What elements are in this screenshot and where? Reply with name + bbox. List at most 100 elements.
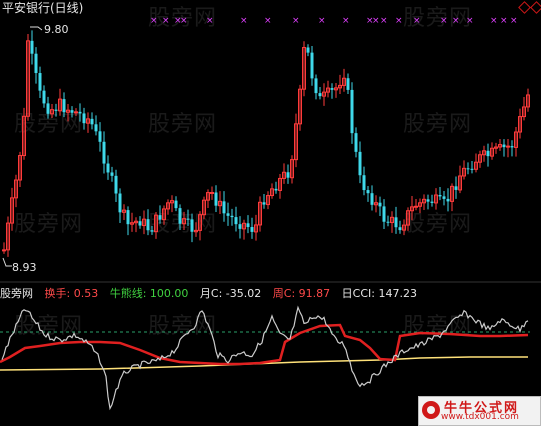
month-c-label: 月C bbox=[199, 287, 219, 300]
candle-body bbox=[346, 78, 350, 90]
signal-marker: × bbox=[452, 16, 460, 26]
signal-marker: × bbox=[342, 16, 350, 26]
candle-body bbox=[382, 206, 386, 222]
signal-marker: × bbox=[395, 16, 403, 26]
price-high-label: 9.80 bbox=[44, 23, 69, 36]
candle-body bbox=[398, 227, 402, 231]
candle-body bbox=[150, 230, 154, 232]
indicator-header: 股旁网 换手: 0.53 牛熊线: 100.00 月C: -35.02 周C: … bbox=[0, 287, 417, 300]
candle-body bbox=[62, 99, 66, 113]
day-cci-label: 日CCI bbox=[341, 287, 372, 300]
bullbear-label: 牛熊线 bbox=[109, 287, 143, 300]
chart-title: 平安银行(日线) bbox=[2, 1, 84, 15]
candle-body bbox=[214, 192, 218, 206]
candle-body bbox=[30, 40, 34, 54]
candle-body bbox=[38, 73, 42, 91]
candle-body bbox=[438, 195, 442, 197]
candle-body bbox=[46, 103, 50, 114]
low-pointer bbox=[2, 257, 12, 267]
signal-marker: × bbox=[206, 16, 214, 26]
candle-body bbox=[74, 111, 78, 114]
candle-body bbox=[178, 208, 182, 224]
candle-body bbox=[238, 224, 242, 229]
signal-marker: × bbox=[318, 16, 326, 26]
candle-body bbox=[90, 118, 94, 125]
candle-body bbox=[138, 221, 142, 226]
signal-marker: × bbox=[292, 16, 300, 26]
week-c-value: 91.87 bbox=[298, 287, 331, 300]
site-logo[interactable]: 牛牛公式网 www.tdx001.com bbox=[418, 396, 541, 426]
signal-marker: × bbox=[372, 16, 380, 26]
candle-body bbox=[486, 150, 490, 157]
candle-body bbox=[2, 249, 6, 252]
signal-marker: × bbox=[180, 16, 188, 26]
candle-body bbox=[158, 215, 162, 220]
candle-body bbox=[190, 219, 194, 232]
turnover-value: 0.53 bbox=[73, 287, 99, 300]
candle-body bbox=[350, 89, 354, 134]
candle-body bbox=[510, 146, 514, 148]
candle-body bbox=[314, 78, 318, 94]
candle-body bbox=[82, 113, 86, 124]
candle-body bbox=[102, 141, 106, 164]
candle-body bbox=[414, 205, 418, 208]
candle-body bbox=[430, 201, 434, 203]
candle-body bbox=[358, 151, 362, 176]
candle-body bbox=[362, 175, 366, 191]
candle-body bbox=[286, 172, 290, 178]
signal-marker: × bbox=[240, 16, 248, 26]
week-c-label: 周C bbox=[272, 287, 292, 300]
signal-marker: × bbox=[380, 16, 388, 26]
candle-body bbox=[354, 133, 358, 152]
candle-body bbox=[442, 196, 446, 199]
candle-body bbox=[446, 198, 450, 202]
candle-body bbox=[318, 93, 322, 97]
day-cci-value: 147.23 bbox=[378, 287, 417, 300]
candle-body bbox=[274, 188, 278, 191]
candle-body bbox=[394, 217, 398, 228]
kline-chart[interactable]: × × ×× × × × × × × ×× × × × × × × × × × bbox=[0, 0, 541, 426]
signal-marker: × bbox=[413, 16, 421, 26]
candle-body bbox=[250, 227, 254, 232]
signal-marker: × bbox=[150, 16, 158, 26]
signal-marker: × bbox=[440, 16, 448, 26]
candle-body bbox=[330, 88, 334, 90]
candle-body bbox=[110, 172, 114, 176]
candle-body bbox=[186, 218, 190, 220]
candle-body bbox=[34, 53, 38, 74]
candle-body bbox=[310, 52, 314, 79]
candle-body bbox=[42, 90, 46, 104]
candle-body bbox=[370, 193, 374, 205]
logo-icon bbox=[422, 401, 440, 419]
candle-body bbox=[78, 111, 82, 114]
high-pointer bbox=[30, 26, 43, 31]
candle-body bbox=[386, 221, 390, 223]
candle-body bbox=[426, 199, 430, 202]
candle-body bbox=[174, 200, 178, 209]
signal-marker: × bbox=[264, 16, 272, 26]
candle-body bbox=[470, 168, 474, 170]
candle-body bbox=[262, 202, 266, 205]
candle-body bbox=[54, 109, 58, 111]
candle-body bbox=[366, 190, 370, 194]
signal-marker: × bbox=[162, 16, 170, 26]
candle-body bbox=[454, 186, 458, 190]
signal-marker: × bbox=[466, 16, 474, 26]
candle-body bbox=[146, 219, 150, 231]
candle-body bbox=[94, 124, 98, 132]
candle-body bbox=[502, 144, 506, 148]
candle-body bbox=[106, 163, 110, 173]
candle-body bbox=[234, 217, 238, 225]
chart-screen: 股旁网 股旁网 股旁网 股旁网 股旁网 股旁网 股旁网 股旁网 股旁网 股旁网 … bbox=[0, 0, 541, 426]
bullbear-value: 100.00 bbox=[149, 287, 189, 300]
candle-body bbox=[210, 191, 214, 194]
candle-body bbox=[118, 193, 122, 213]
candle-body bbox=[98, 131, 102, 142]
signal-marker: × bbox=[500, 16, 508, 26]
candle-body bbox=[226, 213, 230, 216]
candle-body bbox=[230, 215, 234, 218]
turnover-label: 换手 bbox=[44, 287, 67, 300]
candle-body bbox=[114, 175, 118, 194]
price-low-label: 8.93 bbox=[12, 261, 37, 274]
candle-body bbox=[306, 47, 310, 53]
